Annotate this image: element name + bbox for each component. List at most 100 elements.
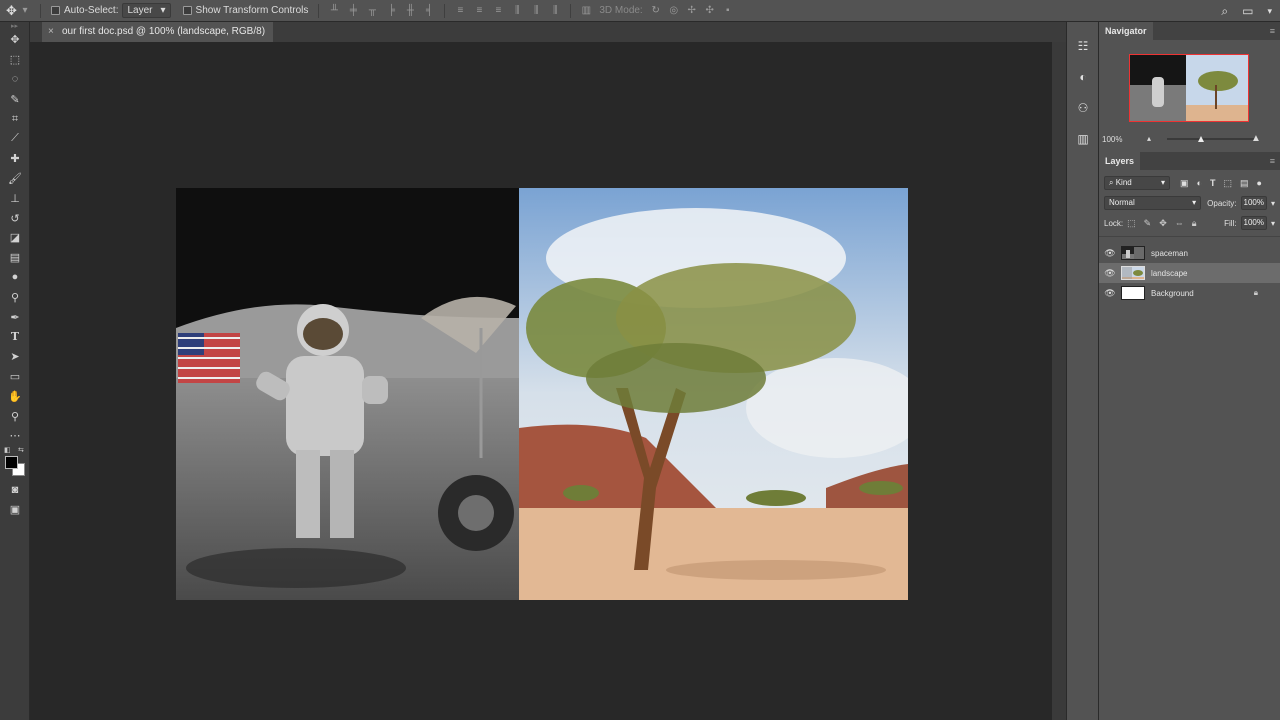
lock-all-icon[interactable]: 🔒︎ [1192,218,1197,229]
visibility-eye-icon[interactable]: 👁︎ [1099,248,1121,259]
opacity-field[interactable]: 100% [1240,196,1267,210]
histogram-icon[interactable]: ▥ [1067,123,1099,154]
layer-row-background[interactable]: 👁︎ Background 🔒︎ [1099,283,1280,303]
panel-menu-icon[interactable]: ≡ [1270,26,1275,36]
show-transform-checkbox[interactable] [182,6,192,15]
3d-slide-icon[interactable]: ✣ [705,5,715,16]
more-tools-icon[interactable]: ⋯ [0,426,30,446]
lasso-tool-icon[interactable]: ◌ [0,70,30,90]
auto-align-icon[interactable]: ▥ [581,5,591,16]
3d-pan-icon[interactable]: ✢ [687,5,697,16]
move-tool-icon[interactable]: ✥ [0,30,30,50]
align-vertical-center-icon[interactable]: ╪ [348,5,358,16]
zoom-slider-knob[interactable] [1198,136,1204,142]
quick-mask-icon[interactable]: ◙ [0,480,30,500]
canvas-area[interactable] [30,42,1052,720]
hand-tool-icon[interactable]: ✋ [0,386,30,406]
distribute-left-icon[interactable]: ⫼ [512,5,522,16]
type-filter-icon[interactable]: T [1210,178,1216,189]
chevron-down-icon[interactable]: ▾ [1267,6,1272,17]
collapse-toggle[interactable]: ▸▸ [0,22,29,30]
distribute-vcenter-icon[interactable]: ≡ [474,5,484,16]
screen-mode-icon[interactable]: ▣ [0,500,30,520]
filter-toggle-icon[interactable]: ● [1256,178,1261,189]
zoom-in-icon[interactable]: ▲ [1251,133,1261,144]
navigator-tab[interactable]: Navigator [1099,22,1153,40]
lock-pixels-icon[interactable]: ✎ [1144,218,1152,229]
navigator-thumbnail[interactable] [1129,54,1249,122]
document-title: our first doc.psd @ 100% (landscape, RGB… [62,26,266,37]
healing-brush-icon[interactable]: ✚ [0,149,30,169]
type-tool-icon[interactable]: T [0,327,30,347]
pen-tool-icon[interactable]: ✒ [0,307,30,327]
path-select-icon[interactable]: ➤ [0,347,30,367]
distribute-top-icon[interactable]: ≡ [455,5,465,16]
layer-row-landscape[interactable]: 👁︎ landscape [1099,263,1280,283]
chevron-down-icon[interactable]: ▾ [1271,199,1275,208]
zoom-slider[interactable] [1167,138,1257,140]
chevron-down-icon[interactable]: ▾ [1271,219,1275,228]
distribute-right-icon[interactable]: ⫼ [550,5,560,16]
kind-filter-dropdown[interactable]: ⌕ Kind ▾ [1104,176,1170,190]
zoom-out-icon[interactable]: ▴ [1147,134,1151,143]
align-bottom-icon[interactable]: ╥ [367,5,377,16]
fill-label: Fill: [1224,218,1237,228]
align-horizontal-center-icon[interactable]: ╫ [405,5,415,16]
quick-select-tool-icon[interactable]: ✎ [0,89,30,109]
document-tab-bar: × our first doc.psd @ 100% (landscape, R… [30,22,1066,42]
workspace-icon[interactable]: ▭ [1242,4,1253,18]
panel-menu-icon[interactable]: ≡ [1270,156,1275,166]
document-tab[interactable]: × our first doc.psd @ 100% (landscape, R… [42,22,274,42]
swap-colors-icon[interactable]: ⇆ [18,446,24,454]
zoom-value[interactable]: 100% [1102,135,1122,144]
visibility-eye-icon[interactable]: 👁︎ [1099,268,1121,279]
layers-tab[interactable]: Layers [1099,152,1141,170]
gradient-tool-icon[interactable]: ▤ [0,248,30,268]
move-tool-preset[interactable]: ✥ ▾ [0,0,36,22]
align-top-icon[interactable]: ╨ [329,5,339,16]
brush-tool-icon[interactable]: 🖌︎ [0,169,30,189]
image-filter-icon[interactable]: ▣ [1180,178,1189,189]
styles-icon[interactable]: ⚇ [1067,92,1099,123]
divider [40,3,41,18]
document-canvas[interactable] [176,188,908,600]
visibility-eye-icon[interactable]: 👁︎ [1099,288,1121,299]
clone-stamp-icon[interactable]: ⊥ [0,188,30,208]
3d-scale-icon[interactable]: ▪ [723,5,733,16]
lock-position-icon[interactable]: ✥ [1159,218,1167,229]
eyedropper-tool-icon[interactable]: ⟋ [0,129,30,149]
search-icon[interactable]: ⌕ [1221,4,1228,19]
distribute-bottom-icon[interactable]: ≡ [493,5,503,16]
align-right-icon[interactable]: ╡ [424,5,434,16]
auto-select-checkbox[interactable] [51,6,60,15]
foreground-color-swatch[interactable] [5,455,18,469]
vertical-scrollbar[interactable] [1052,42,1066,720]
crop-tool-icon[interactable]: ⌗ [0,109,30,129]
layer-row-spaceman[interactable]: 👁︎ spaceman [1099,243,1280,263]
blur-tool-icon[interactable]: ● [0,268,30,288]
blend-mode-dropdown[interactable]: Normal ▾ [1104,196,1202,210]
3d-orbit-icon[interactable]: ↻ [651,5,661,16]
fill-field[interactable]: 100% [1240,216,1267,230]
layer-name: spaceman [1151,248,1188,258]
eraser-tool-icon[interactable]: ◪ [0,228,30,248]
lock-artboard-icon[interactable]: ⇔ [1175,218,1184,229]
marquee-tool-icon[interactable]: ⬚ [0,50,30,70]
smart-object-filter-icon[interactable]: ▤ [1240,178,1249,189]
properties-icon[interactable]: ☷ [1067,30,1099,61]
lock-transparent-icon[interactable]: ⬚ [1127,218,1136,229]
shape-filter-icon[interactable]: ⬚ [1223,178,1232,189]
rectangle-tool-icon[interactable]: ▭ [0,367,30,387]
3d-roll-icon[interactable]: ◎ [669,5,679,16]
auto-select-dropdown[interactable]: Layer ▾ [122,3,171,18]
adjustment-filter-icon[interactable]: ◐ [1197,178,1202,189]
layer-thumbnail [1121,266,1145,280]
distribute-hcenter-icon[interactable]: ⫼ [531,5,541,16]
default-colors-icon[interactable]: ◧ [4,446,11,454]
close-icon[interactable]: × [48,22,54,42]
adjustments-icon[interactable]: ◐ [1067,61,1099,92]
zoom-tool-icon[interactable]: ⚲ [0,406,30,426]
history-brush-icon[interactable]: ↺ [0,208,30,228]
dodge-tool-icon[interactable]: ⚲ [0,287,30,307]
align-left-icon[interactable]: ╞ [386,5,396,16]
